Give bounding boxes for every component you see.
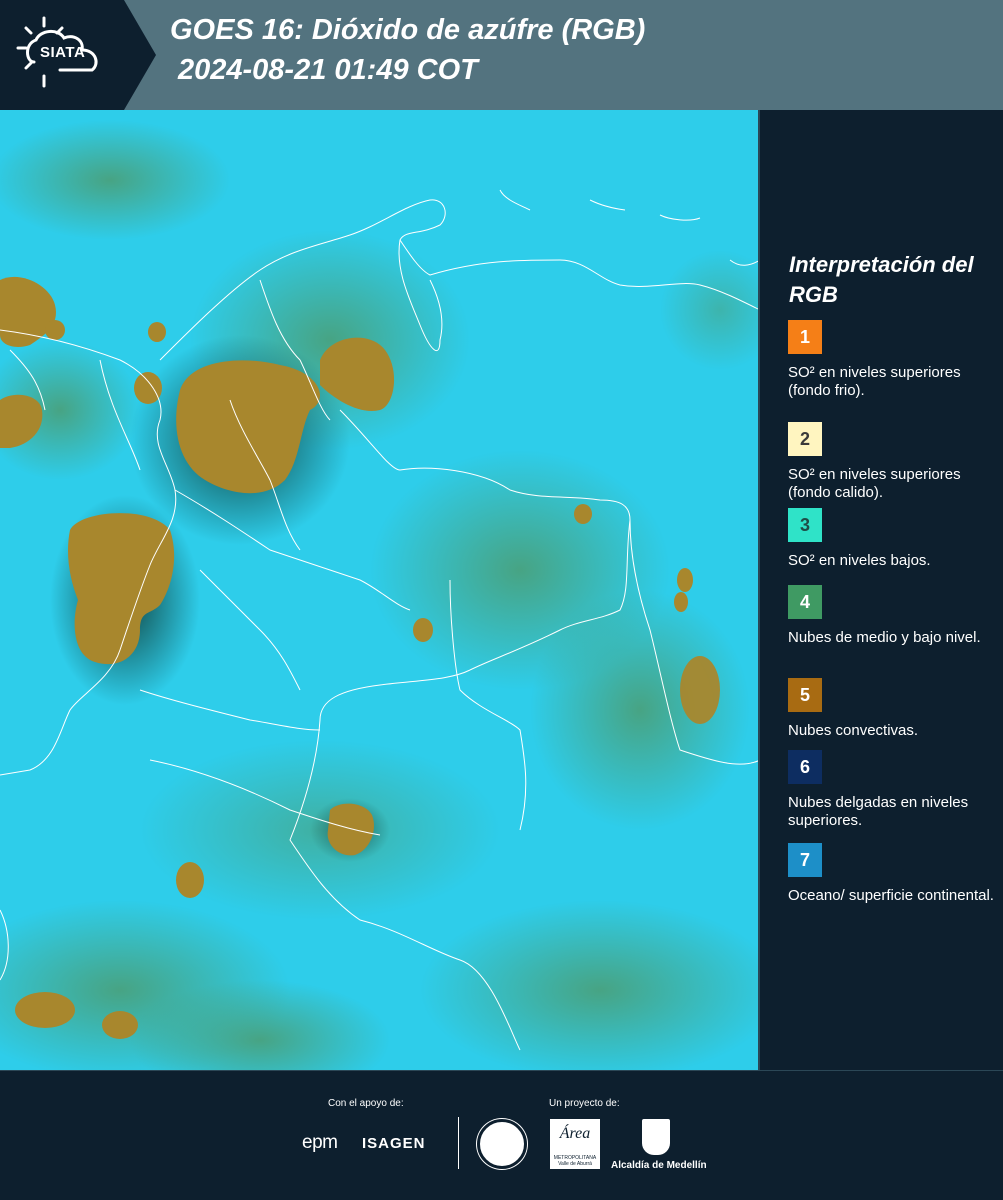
alcaldia-logo-text: Alcaldía de Medellín — [611, 1160, 707, 1171]
alcaldia-shield-icon — [642, 1119, 670, 1155]
siata-logo: SIATA — [0, 0, 156, 110]
legend-item-label: SO² en niveles bajos. — [788, 552, 931, 569]
legend-swatch: 4 — [788, 585, 822, 619]
support-label: Con el apoyo de: — [328, 1098, 404, 1109]
area-metropolitana-logo: Área METROPOLITANA Valle de Aburrá — [550, 1119, 600, 1169]
footer-divider — [458, 1117, 459, 1169]
legend-item-label: Nubes convectivas. — [788, 722, 919, 739]
legend-swatch: 1 — [788, 320, 822, 354]
page-title: GOES 16: Dióxido de azúfre (RGB) — [170, 14, 646, 46]
legend-swatch: 6 — [788, 750, 822, 784]
legend-swatch: 2 — [788, 422, 822, 456]
legend-swatch: 5 — [788, 678, 822, 712]
legend-swatch: 3 — [788, 508, 822, 542]
area-logo-subtitle: METROPOLITANA Valle de Aburrá — [553, 1155, 597, 1167]
isagen-logo: ISAGEN — [362, 1135, 426, 1152]
legend-panel: Interpretación del RGB 1 SO² en niveles s… — [762, 110, 1003, 1070]
legend-item: 3 SO² en niveles bajos. — [788, 508, 998, 570]
legend-item: 4 Nubes de medio y bajo nivel. — [788, 585, 998, 647]
header-bar: SIATA GOES 16: Dióxido de azúfre (RGB) 2… — [0, 0, 1003, 110]
legend-item: 2 SO² en niveles superiores (fondo calido… — [788, 422, 998, 502]
legend-swatch: 7 — [788, 843, 822, 877]
area-logo-text: Área — [559, 1125, 591, 1142]
medellin-seal-icon — [477, 1119, 527, 1169]
legend-item-label: Nubes delgadas en niveles superiores. — [788, 794, 969, 829]
epm-logo: epm — [302, 1132, 338, 1153]
legend-item: 5 Nubes convectivas. — [788, 678, 998, 740]
legend-item-label: Oceano/ superficie continental. — [788, 887, 994, 904]
project-label: Un proyecto de: — [549, 1098, 620, 1109]
legend-title: Interpretación del RGB — [789, 252, 974, 307]
legend-item: 7 Oceano/ superficie continental. — [788, 843, 998, 905]
satellite-map — [0, 110, 760, 1070]
legend-item-label: Nubes de medio y bajo nivel. — [788, 629, 981, 646]
legend-item-label: SO² en niveles superiores (fondo frio). — [788, 364, 961, 399]
legend-item: 1 SO² en niveles superiores (fondo frio). — [788, 320, 998, 400]
timestamp: 2024-08-21 01:49 COT — [178, 54, 478, 86]
footer: Con el apoyo de: epm ISAGEN Un proyecto … — [0, 1070, 1003, 1200]
logo-text: SIATA — [40, 44, 86, 61]
legend-item-label: SO² en niveles superiores (fondo calido)… — [788, 466, 961, 501]
legend-item: 6 Nubes delgadas en niveles superiores. — [788, 750, 998, 830]
